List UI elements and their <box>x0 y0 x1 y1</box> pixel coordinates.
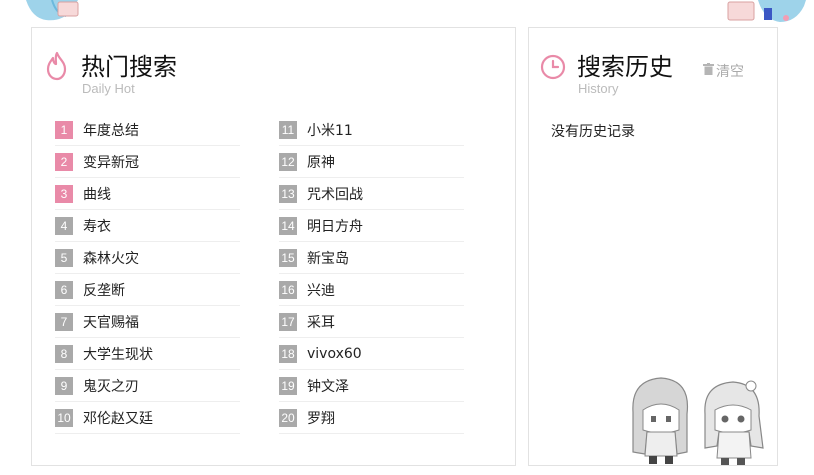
rank-badge: 16 <box>279 280 297 299</box>
mascot-illustration <box>632 377 764 465</box>
hot-search-keyword: 钟文泽 <box>307 378 349 395</box>
trash-icon <box>703 63 714 79</box>
hot-search-item[interactable]: 6 反垄断 <box>55 274 240 306</box>
hot-search-item[interactable]: 13 咒术回战 <box>279 178 464 210</box>
hot-search-item[interactable]: 7 天官赐福 <box>55 306 240 338</box>
rank-badge: 13 <box>279 184 297 203</box>
hot-search-item[interactable]: 5 森林火灾 <box>55 242 240 274</box>
rank-badge: 4 <box>55 216 73 235</box>
mascot-peek-left <box>26 0 79 21</box>
hot-search-item[interactable]: 19 钟文泽 <box>279 370 464 402</box>
search-history-panel: 搜索历史 History 清空 没有历史记录 <box>528 27 778 466</box>
hot-search-keyword: 邓伦赵又廷 <box>83 410 153 427</box>
hot-search-title: 热门搜索 <box>81 53 177 81</box>
hot-search-keyword: 罗翔 <box>307 410 335 427</box>
rank-badge: 12 <box>279 152 297 171</box>
clear-history-button[interactable]: 清空 <box>703 61 744 81</box>
rank-badge: 8 <box>55 344 73 363</box>
hot-search-item[interactable]: 4 寿衣 <box>55 210 240 242</box>
history-empty-text: 没有历史记录 <box>551 124 635 140</box>
clear-history-label: 清空 <box>716 64 744 80</box>
rank-badge: 11 <box>279 120 297 139</box>
mascot-peek-right <box>727 0 806 22</box>
hot-search-keyword: 小米11 <box>307 122 353 139</box>
rank-badge: 7 <box>55 312 73 331</box>
hot-search-item[interactable]: 12 原神 <box>279 146 464 178</box>
rank-badge: 3 <box>55 184 73 203</box>
hot-search-keyword: 变异新冠 <box>83 154 139 171</box>
rank-badge: 18 <box>279 344 297 363</box>
hot-search-subtitle: Daily Hot <box>82 81 135 96</box>
hot-search-keyword: vivox60 <box>307 345 362 362</box>
rank-badge: 15 <box>279 248 297 267</box>
hot-search-item[interactable]: 11 小米11 <box>279 114 464 146</box>
hot-search-item[interactable]: 3 曲线 <box>55 178 240 210</box>
hot-search-item[interactable]: 15 新宝岛 <box>279 242 464 274</box>
hot-search-item[interactable]: 16 兴迪 <box>279 274 464 306</box>
hot-search-panel: 热门搜索 Daily Hot 1 年度总结 2 变异新冠 3 曲线 4 寿衣 5 森林火灾 6 反垄断… <box>31 27 516 466</box>
hot-search-item[interactable]: 2 变异新冠 <box>55 146 240 178</box>
hot-search-keyword: 寿衣 <box>83 218 111 235</box>
rank-badge: 9 <box>55 376 73 395</box>
hot-search-keyword: 天官赐福 <box>83 314 139 331</box>
hot-search-item[interactable]: 1 年度总结 <box>55 114 240 146</box>
rank-badge: 2 <box>55 152 73 171</box>
hot-search-keyword: 兴迪 <box>307 282 335 299</box>
hot-search-keyword: 反垄断 <box>83 282 125 299</box>
rank-badge: 1 <box>55 120 73 139</box>
flame-icon <box>45 51 69 85</box>
rank-badge: 14 <box>279 216 297 235</box>
rank-badge: 5 <box>55 248 73 267</box>
clock-icon <box>540 54 566 84</box>
hot-search-item[interactable]: 14 明日方舟 <box>279 210 464 242</box>
hot-search-item[interactable]: 8 大学生现状 <box>55 338 240 370</box>
rank-badge: 10 <box>55 408 73 427</box>
rank-badge: 19 <box>279 376 297 395</box>
hot-search-item[interactable]: 20 罗翔 <box>279 402 464 434</box>
hot-search-keyword: 森林火灾 <box>83 250 139 267</box>
history-subtitle: History <box>578 81 619 96</box>
hot-search-keyword: 大学生现状 <box>83 346 153 363</box>
hot-search-keyword: 鬼灭之刃 <box>83 378 139 395</box>
rank-badge: 17 <box>279 312 297 331</box>
hot-list-right: 11 小米11 12 原神 13 咒术回战 14 明日方舟 15 新宝岛 16 兴迪 17 采耳 18 viv… <box>279 114 464 434</box>
hot-search-item[interactable]: 18 vivox60 <box>279 338 464 370</box>
hot-search-keyword: 新宝岛 <box>307 250 349 267</box>
hot-search-item[interactable]: 9 鬼灭之刃 <box>55 370 240 402</box>
hot-search-keyword: 年度总结 <box>83 122 139 139</box>
hot-search-keyword: 咒术回战 <box>307 186 363 203</box>
hot-search-keyword: 明日方舟 <box>307 218 363 235</box>
hot-search-keyword: 曲线 <box>83 186 111 203</box>
hot-list-left: 1 年度总结 2 变异新冠 3 曲线 4 寿衣 5 森林火灾 6 反垄断 7 天官赐福 8 大学生现状 9 鬼灭之… <box>55 114 240 434</box>
hot-search-keyword: 采耳 <box>307 314 335 331</box>
rank-badge: 20 <box>279 408 297 427</box>
hot-search-item[interactable]: 10 邓伦赵又廷 <box>55 402 240 434</box>
hot-search-item[interactable]: 17 采耳 <box>279 306 464 338</box>
rank-badge: 6 <box>55 280 73 299</box>
history-title: 搜索历史 <box>577 53 673 81</box>
hot-search-keyword: 原神 <box>307 154 335 171</box>
